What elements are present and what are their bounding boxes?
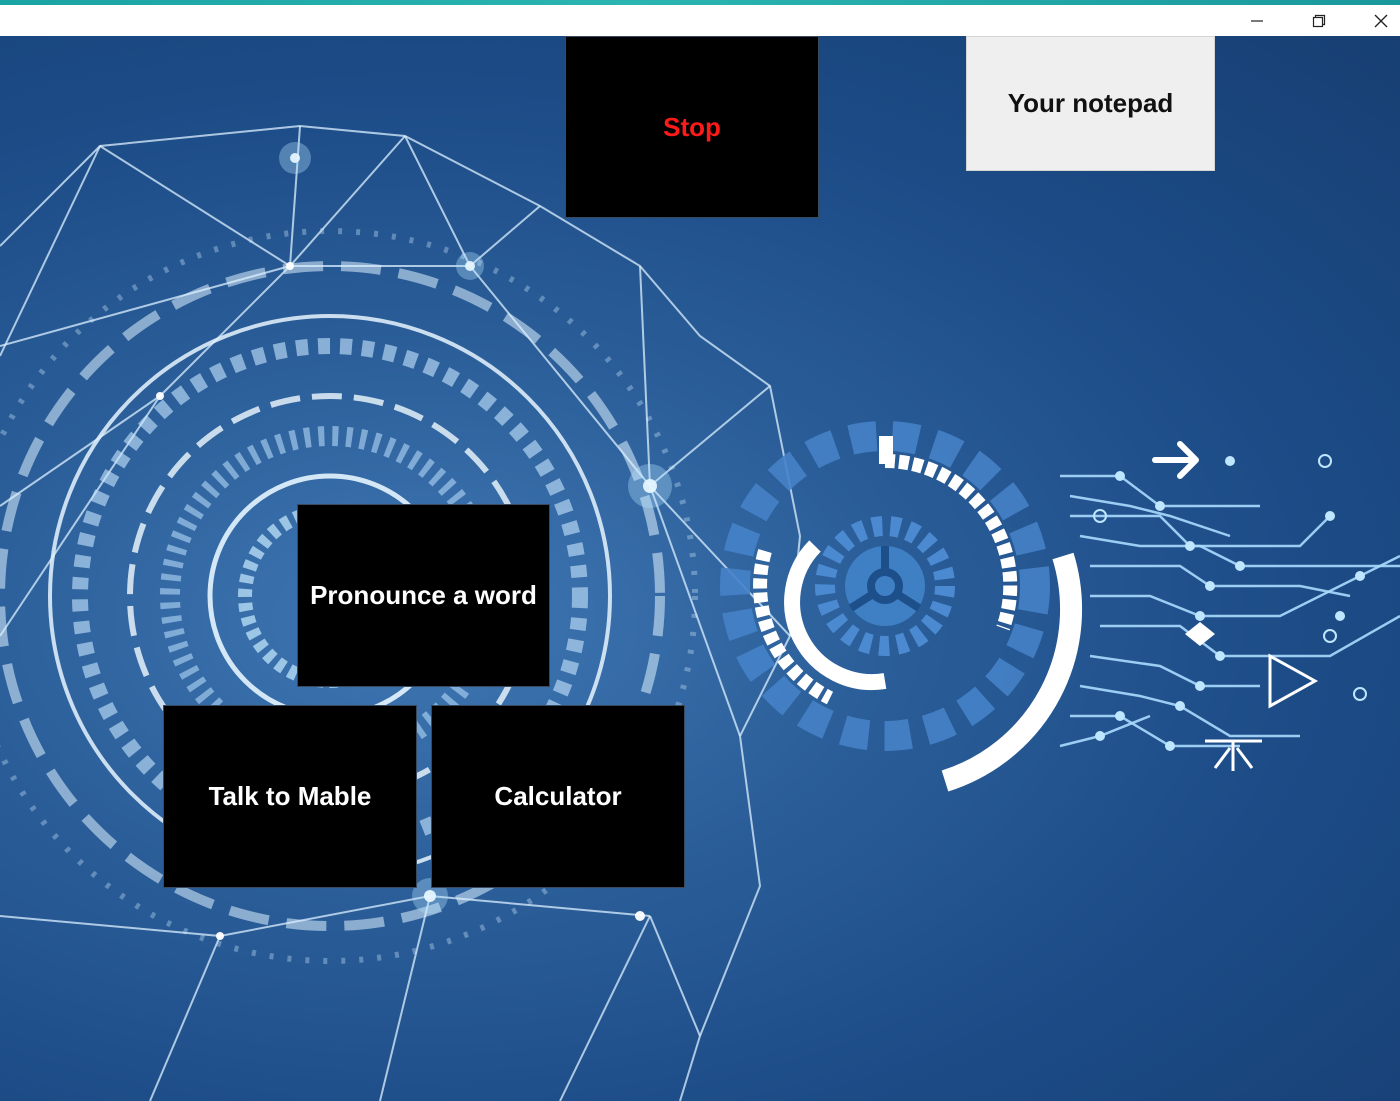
calculator-button[interactable]: Calculator xyxy=(431,705,685,888)
close-button[interactable] xyxy=(1350,5,1400,36)
stop-button[interactable]: Stop xyxy=(565,36,819,218)
minimize-icon xyxy=(1251,19,1263,22)
minimize-button[interactable] xyxy=(1226,5,1288,36)
talk-to-mable-button[interactable]: Talk to Mable xyxy=(163,705,417,888)
app-window-content: Stop Your notepad Pronounce a word Talk … xyxy=(0,36,1400,1101)
restore-button[interactable] xyxy=(1288,5,1350,36)
window-titlebar[interactable] xyxy=(0,5,1400,36)
pronounce-word-button[interactable]: Pronounce a word xyxy=(297,504,550,687)
notepad-button[interactable]: Your notepad xyxy=(966,36,1215,171)
restore-icon xyxy=(1312,14,1326,27)
close-icon xyxy=(1374,14,1388,27)
